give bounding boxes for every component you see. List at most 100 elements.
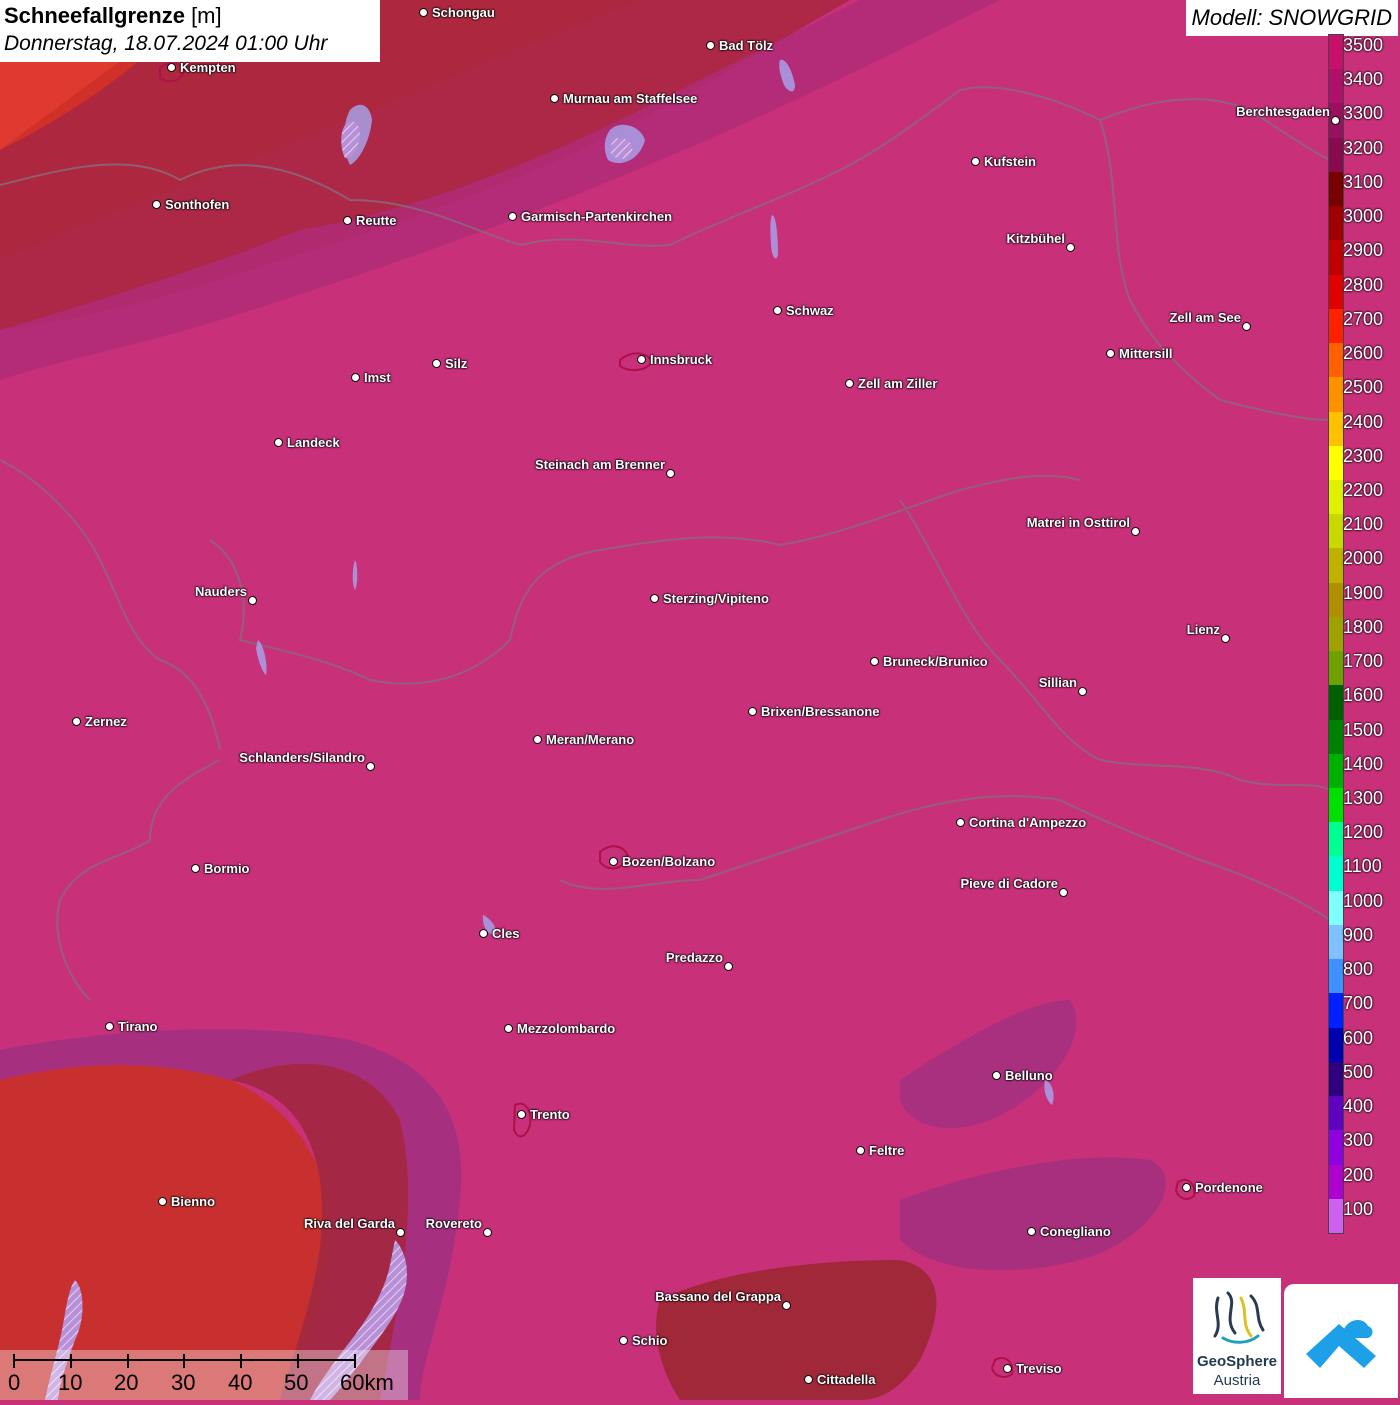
city-label: Bormio [204, 861, 250, 876]
city-label: Zell am See [1169, 310, 1241, 325]
city-dot [351, 373, 360, 382]
city-label: Matrei in Osttirol [1026, 515, 1130, 530]
geosphere-logo-text: GeoSphere [1196, 1353, 1278, 1370]
city-dot [550, 94, 559, 103]
city-dot [191, 864, 200, 873]
legend-label: 3200 [1343, 137, 1384, 158]
city-label: Landeck [287, 435, 340, 450]
city-dot [773, 306, 782, 315]
scale-label: 50 [284, 1370, 309, 1395]
legend-label: 700 [1343, 993, 1374, 1014]
legend-label: 1800 [1343, 616, 1384, 637]
city-label: Schongau [432, 5, 495, 20]
city-dot [105, 1022, 114, 1031]
city-dot [167, 63, 176, 72]
legend-swatch [1329, 1164, 1343, 1200]
legend-swatch [1329, 548, 1343, 584]
city-label: Bienno [171, 1194, 216, 1209]
city-label: Riva del Garda [303, 1216, 395, 1231]
legend-label: 1000 [1343, 890, 1384, 911]
city-dot [158, 1197, 167, 1206]
legend-label: 600 [1343, 1027, 1374, 1048]
city-dot [533, 735, 542, 744]
city-dot [992, 1071, 1001, 1080]
city-dot [1059, 888, 1068, 897]
snowgrid-logo[interactable] [1284, 1284, 1398, 1398]
legend-label: 2000 [1343, 548, 1384, 569]
city-dot [432, 359, 441, 368]
legend-label: 200 [1343, 1164, 1374, 1185]
city-label: Innsbruck [650, 352, 713, 367]
city-label: Belluno [1005, 1068, 1053, 1083]
city-label: Pordenone [1195, 1180, 1263, 1195]
legend-label: 3500 [1343, 35, 1384, 55]
legend-swatch [1329, 514, 1343, 549]
legend-label: 2600 [1343, 343, 1384, 364]
legend-label: 2100 [1343, 514, 1384, 535]
legend-swatch [1329, 171, 1343, 207]
city-label: Sonthofen [165, 197, 230, 212]
legend-swatch [1329, 445, 1343, 481]
city-dot [956, 818, 965, 827]
geosphere-logo[interactable]: GeoSphere Austria [1193, 1278, 1281, 1394]
legend-label: 100 [1343, 1198, 1374, 1219]
legend-swatch [1329, 411, 1343, 447]
geosphere-logo-subtext: Austria [1213, 1372, 1261, 1389]
legend-label: 2900 [1343, 240, 1384, 261]
city-label: Cittadella [817, 1372, 876, 1387]
legend-swatch [1329, 959, 1343, 994]
snowgrid-mountain-icon [1306, 1320, 1376, 1368]
city-label: Rovereto [425, 1216, 482, 1231]
city-label: Tirano [118, 1019, 158, 1034]
city-dot [666, 469, 675, 478]
city-dot [609, 857, 618, 866]
city-label: Conegliano [1040, 1224, 1111, 1239]
legend-swatch [1329, 753, 1343, 789]
legend-label: 2500 [1343, 377, 1384, 398]
city-label: Schlanders/Silandro [239, 750, 365, 765]
city-dot [971, 157, 980, 166]
scale-label: 0 [8, 1370, 21, 1395]
scale-label: 60km [340, 1370, 394, 1395]
city-dot [1066, 243, 1075, 252]
city-dot [1078, 687, 1087, 696]
legend-label: 3000 [1343, 206, 1384, 227]
city-label: Sillian [1038, 675, 1077, 690]
city-label: Meran/Merano [546, 732, 635, 747]
city-label: Zernez [85, 714, 127, 729]
city-dot [1003, 1364, 1012, 1373]
legend-swatch [1329, 69, 1343, 104]
city-label: Mezzolombardo [517, 1021, 616, 1036]
city-dot [650, 594, 659, 603]
legend-label: 1500 [1343, 719, 1384, 740]
city-label: Sterzing/Vipiteno [663, 591, 769, 606]
legend-label: 500 [1343, 1061, 1374, 1082]
legend-swatch [1329, 137, 1343, 173]
scale-label: 20 [114, 1370, 139, 1395]
city-dot [343, 216, 352, 225]
legend-swatch [1329, 616, 1343, 652]
city-dot [804, 1375, 813, 1384]
legend-label: 1700 [1343, 651, 1384, 672]
city-dot [1331, 116, 1340, 125]
city-label: Schwaz [786, 303, 834, 318]
legend-label: 800 [1343, 959, 1374, 980]
city-label: Bassano del Grappa [655, 1289, 781, 1304]
legend-swatch [1329, 822, 1343, 857]
legend-label: 2400 [1343, 411, 1384, 432]
legend-swatch [1329, 856, 1343, 892]
legend-swatch [1329, 240, 1343, 276]
legend-swatch [1329, 274, 1343, 310]
city-dot [845, 379, 854, 388]
city-dot [1242, 322, 1251, 331]
legend-label: 300 [1343, 1130, 1374, 1151]
city-dot [1106, 349, 1115, 358]
city-label: Pieve di Cadore [960, 876, 1058, 891]
legend-swatch [1329, 890, 1343, 926]
map-title-box: Schneefallgrenze [m] Donnerstag, 18.07.2… [0, 0, 380, 62]
city-label: Brixen/Bressanone [761, 704, 880, 719]
legend-label: 2800 [1343, 274, 1384, 295]
legend-label: 3100 [1343, 171, 1384, 192]
city-dot [1027, 1227, 1036, 1236]
city-label: Feltre [869, 1143, 905, 1158]
